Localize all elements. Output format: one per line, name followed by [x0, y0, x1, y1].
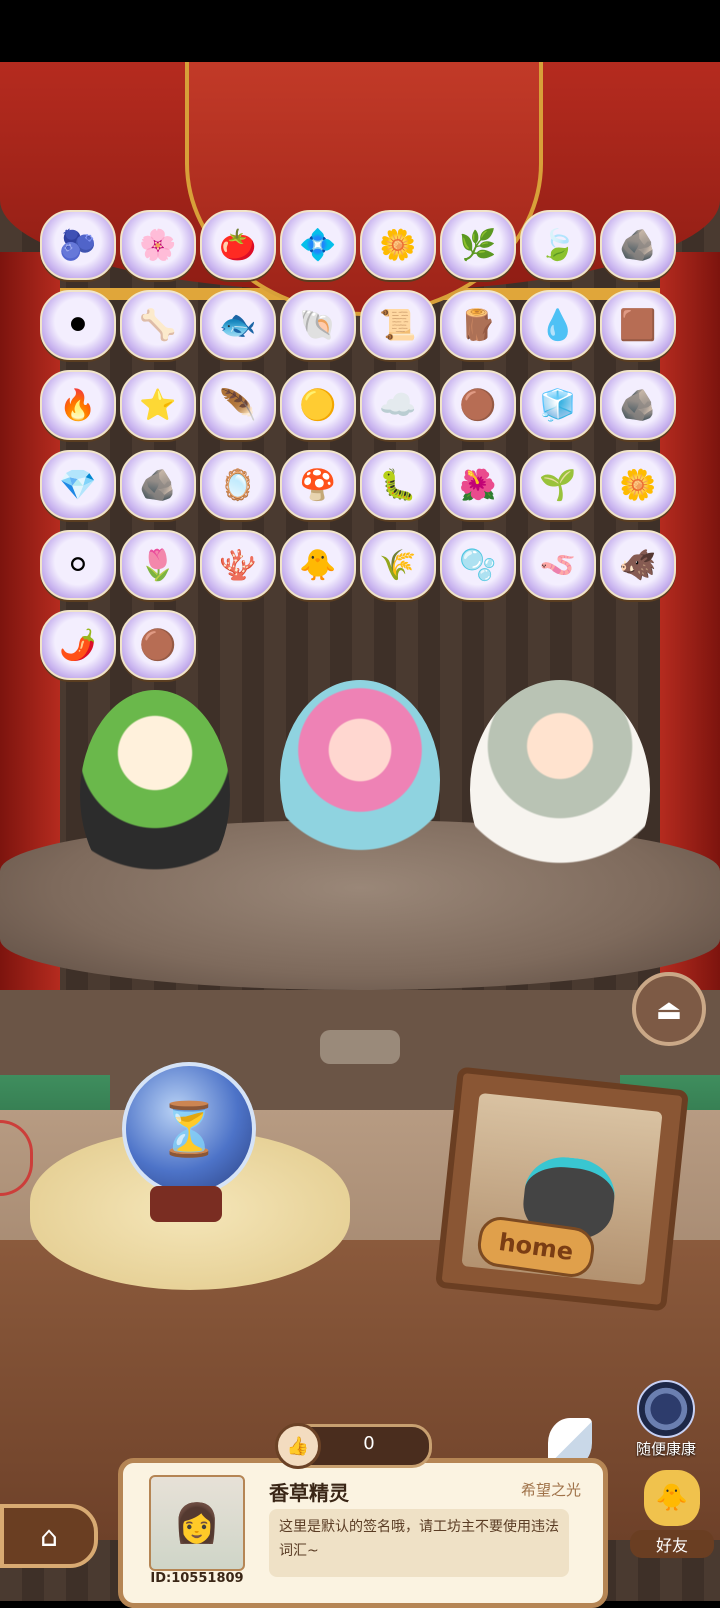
likes-count: 0 [363, 1433, 375, 1454]
random-visit-button[interactable]: 随便康康 [618, 1380, 714, 1458]
status-bar [0, 0, 720, 62]
material-item[interactable]: 🟤 [120, 610, 196, 680]
character-maid-girl[interactable] [80, 690, 230, 900]
player-title: 希望之光 [520, 1481, 581, 1499]
friends-label: 好友 [630, 1530, 714, 1558]
material-item[interactable]: 🪞 [200, 450, 276, 520]
material-item[interactable]: ⭐ [120, 370, 196, 440]
material-item[interactable]: 🫐 [40, 210, 116, 280]
material-item[interactable]: 🐟 [200, 290, 276, 360]
material-item[interactable]: 🪸 [200, 530, 276, 600]
material-item[interactable]: 🟡 [280, 370, 356, 440]
material-item[interactable]: ☁️ [360, 370, 436, 440]
material-item[interactable]: 🌿 [440, 210, 516, 280]
stage-ornament [320, 1030, 400, 1064]
material-item[interactable]: 🐛 [360, 450, 436, 520]
material-item[interactable]: 🪨 [600, 210, 676, 280]
character-glasses-girl[interactable] [470, 680, 650, 900]
friends-icon: 🐥 [644, 1470, 700, 1526]
share-icon: ⏏ [655, 992, 683, 1026]
hourglass-orb-button[interactable]: ⏳ [122, 1062, 256, 1196]
material-item[interactable]: 🧊 [520, 370, 596, 440]
material-item[interactable]: 🌼 [360, 210, 436, 280]
character-teacup-girl[interactable] [280, 680, 440, 880]
material-item[interactable]: 🌸 [120, 210, 196, 280]
swirl-icon [637, 1380, 695, 1438]
material-item[interactable]: 🍅 [200, 210, 276, 280]
material-item[interactable]: 🟫 [600, 290, 676, 360]
home-icon: ⌂ [40, 1519, 58, 1553]
share-button[interactable]: ⏏ [632, 972, 706, 1046]
player-signature[interactable]: 这里是默认的签名哦，请工坊主不要使用违法词汇~ [269, 1509, 569, 1577]
material-item[interactable]: 🪨 [120, 450, 196, 520]
material-item[interactable]: 💠 [280, 210, 356, 280]
random-visit-label: 随便康康 [635, 1440, 696, 1458]
material-item[interactable]: 🦴 [120, 290, 196, 360]
material-item[interactable]: 🌶️ [40, 610, 116, 680]
material-item[interactable]: 🌺 [440, 450, 516, 520]
friends-button[interactable]: 🐥 好友 [624, 1470, 720, 1570]
material-item[interactable]: 🪱 [520, 530, 596, 600]
avatar[interactable]: 👩 [149, 1475, 245, 1571]
material-item[interactable]: 🐥 [280, 530, 356, 600]
material-item[interactable]: 🪵 [440, 290, 516, 360]
material-item[interactable]: ⚪ [40, 530, 116, 600]
home-label: home [496, 1227, 576, 1267]
material-item[interactable]: 📜 [360, 290, 436, 360]
material-item[interactable]: 🪨 [600, 370, 676, 440]
material-item[interactable]: 🍃 [520, 210, 596, 280]
likes-counter[interactable]: 👍 0 [275, 1423, 432, 1469]
material-item[interactable]: 🐚 [280, 290, 356, 360]
player-id: ID:10551809 [150, 1571, 244, 1586]
material-item[interactable]: 🟤 [440, 370, 516, 440]
material-item[interactable]: 🌷 [120, 530, 196, 600]
material-item[interactable]: 🔥 [40, 370, 116, 440]
material-item[interactable]: 🪶 [200, 370, 276, 440]
home-button[interactable]: ⌂ [0, 1504, 98, 1568]
material-item[interactable]: ⚫ [40, 290, 116, 360]
orb-stand [150, 1186, 222, 1222]
material-item[interactable]: 🐗 [600, 530, 676, 600]
material-item[interactable]: 🌱 [520, 450, 596, 520]
material-item[interactable]: 🫧 [440, 530, 516, 600]
avatar-image: 👩 [173, 1500, 221, 1545]
material-item[interactable]: 🌾 [360, 530, 436, 600]
player-nickname: 香草精灵 [269, 1481, 349, 1505]
material-item[interactable]: 💎 [40, 450, 116, 520]
material-item[interactable]: 🌼 [600, 450, 676, 520]
thumbs-up-icon: 👍 [275, 1423, 321, 1469]
hourglass-icon: ⏳ [156, 1099, 222, 1160]
profile-card: 👩 ID:10551809 香草精灵 希望之光 这里是默认的签名哦，请工坊主不要… [118, 1458, 608, 1608]
material-item[interactable]: 🍄 [280, 450, 356, 520]
material-item[interactable]: 💧 [520, 290, 596, 360]
